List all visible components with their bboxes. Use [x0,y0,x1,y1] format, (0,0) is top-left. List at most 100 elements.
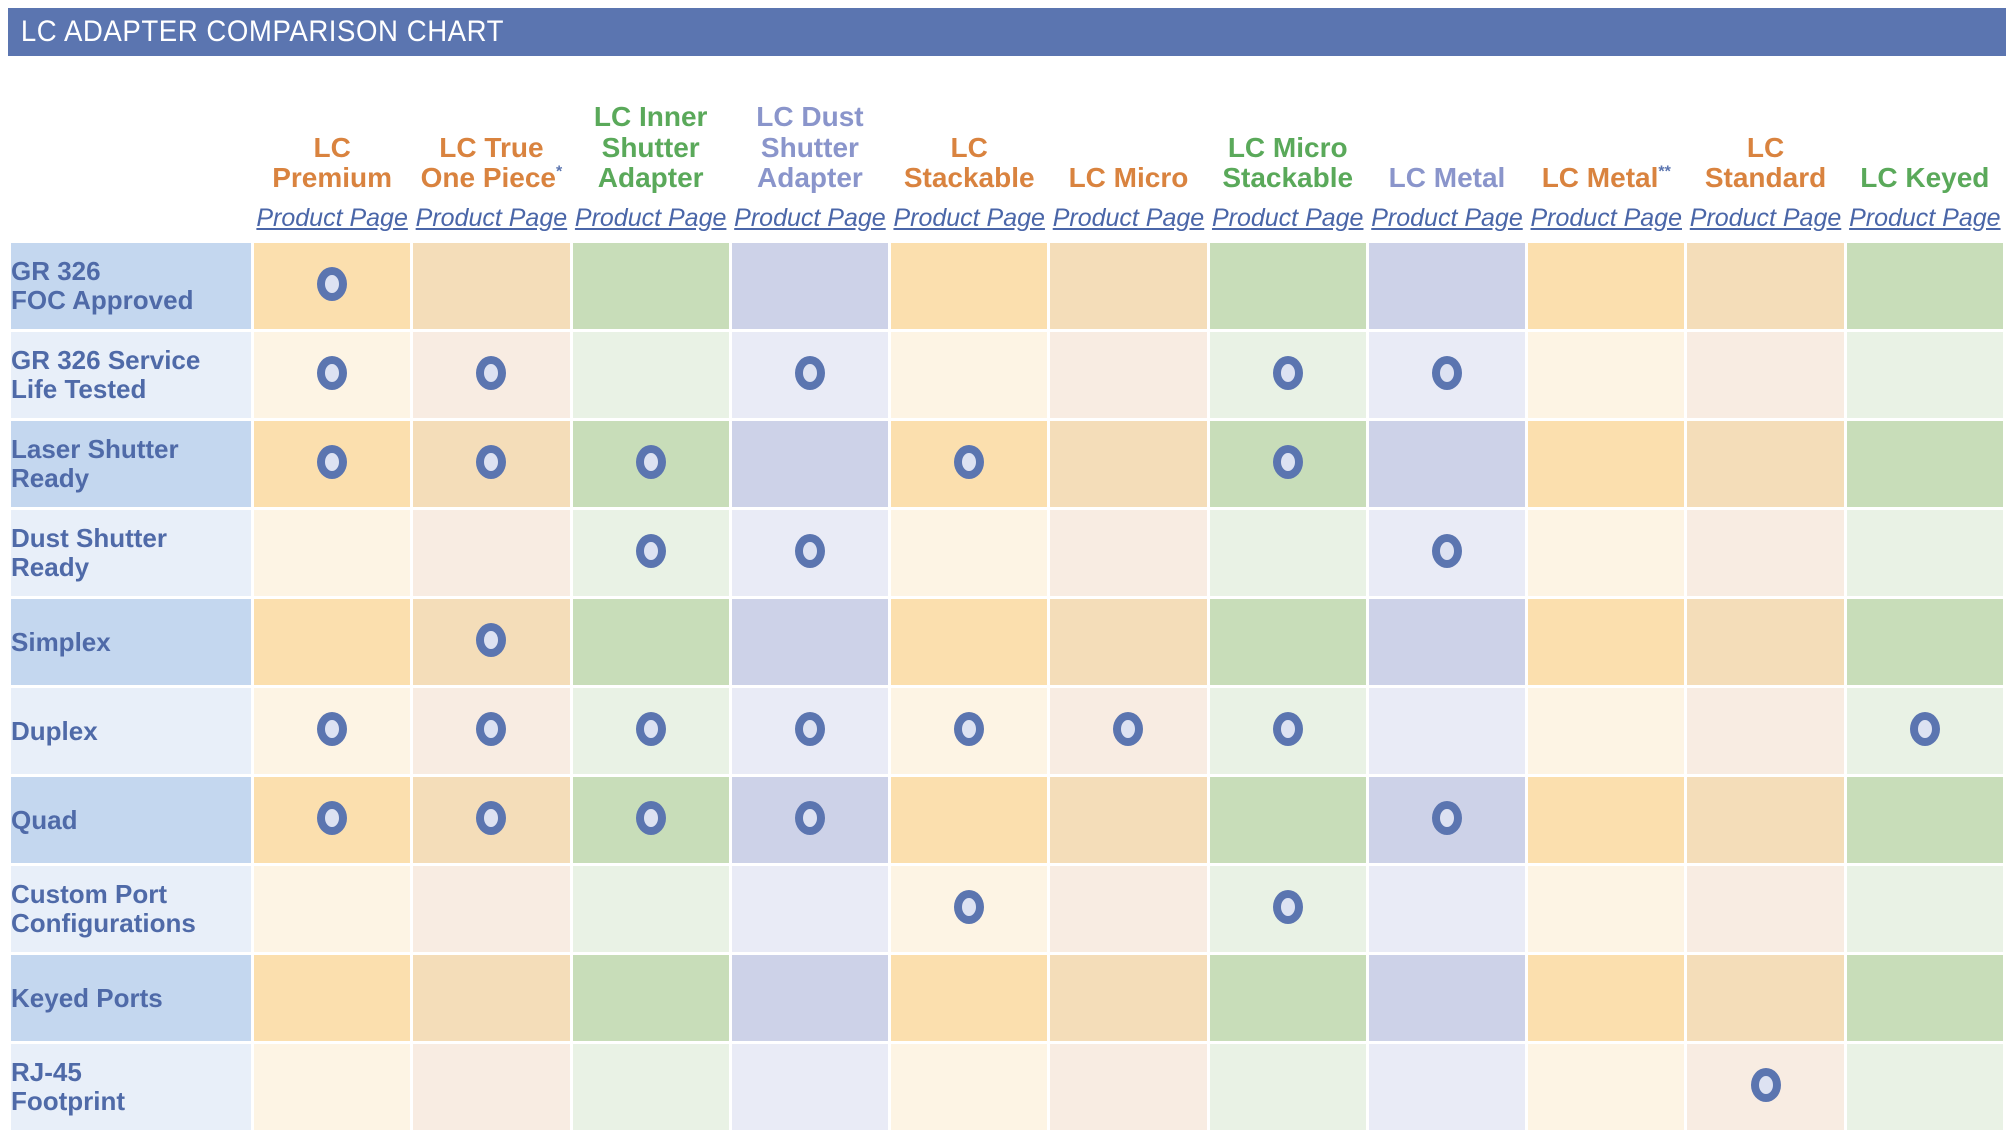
feature-cell [731,1044,889,1130]
product-page-link[interactable]: Product Page [1371,204,1523,232]
column-header-label: LC Premium [272,131,393,193]
page-title: LC ADAPTER COMPARISON CHART [20,15,505,48]
feature-cell [1368,1044,1526,1130]
feature-cell [1528,688,1685,774]
feature-label: Keyed Ports [11,955,251,1041]
feature-cell [572,243,729,329]
feature-cell [572,332,729,418]
product-page-link[interactable]: Product Page [1212,204,1364,232]
feature-cell [1528,243,1685,329]
feature-cell [254,955,411,1041]
feature-cell [1368,777,1526,863]
feature-label: RJ-45 Footprint [11,1044,251,1130]
table-row: Keyed Ports [11,955,2003,1041]
feature-cell [254,421,411,507]
filled-ring-icon [794,800,825,835]
feature-label: Simplex [11,599,251,685]
filled-ring-icon [317,800,348,835]
column-header-label: LC True One Piece* [420,131,563,193]
table-row: Simplex [11,599,2003,685]
feature-cell [731,777,889,863]
column-header-label: LC Standard [1704,131,1827,193]
feature-cell [1209,688,1366,774]
feature-cell [891,599,1048,685]
feature-cell [891,421,1048,507]
column-header-label: LC Micro [1068,161,1189,193]
feature-cell [1846,866,2003,952]
product-page-link-cell-10[interactable]: Product Page [1687,196,1844,240]
filled-ring-icon [1272,711,1303,746]
product-page-link-cell-4[interactable]: Product Page [731,196,889,240]
product-page-link[interactable]: Product Page [416,204,568,232]
feature-cell [254,1044,411,1130]
filled-ring-icon [1431,533,1462,568]
product-page-link-cell-9[interactable]: Product Page [1528,196,1685,240]
feature-cell [1687,510,1844,596]
product-page-link-cell-3[interactable]: Product Page [572,196,729,240]
product-page-link-cell-8[interactable]: Product Page [1368,196,1526,240]
feature-label: GR 326 Service Life Tested [11,332,251,418]
product-page-link-cell-11[interactable]: Product Page [1846,196,2003,240]
feature-cell [1687,332,1844,418]
feature-cell [731,866,889,952]
table-row: RJ-45 Footprint [11,1044,2003,1130]
product-page-link[interactable]: Product Page [1849,204,2001,232]
filled-ring-icon [635,533,666,568]
feature-cell [413,777,570,863]
feature-label: Duplex [11,688,251,774]
product-page-link[interactable]: Product Page [893,204,1045,232]
feature-cell [413,599,570,685]
feature-cell [1528,777,1685,863]
feature-cell [1368,421,1526,507]
feature-cell [1687,421,1844,507]
table-row: GR 326 Service Life Tested [11,332,2003,418]
filled-ring-icon [635,800,666,835]
product-page-link-cell-6[interactable]: Product Page [1050,196,1207,240]
filled-ring-icon [954,711,985,746]
feature-cell [1846,1044,2003,1130]
chart-title-bar: LC ADAPTER COMPARISON CHART [8,8,2006,56]
product-page-link[interactable]: Product Page [1053,204,1205,232]
feature-cell [254,332,411,418]
feature-cell [1209,510,1366,596]
product-page-link[interactable]: Product Page [575,204,727,232]
feature-cell [731,688,889,774]
feature-cell [1050,332,1207,418]
feature-cell [572,1044,729,1130]
feature-cell [572,866,729,952]
feature-cell [1209,777,1366,863]
filled-ring-icon [476,444,507,479]
feature-cell [1528,332,1685,418]
feature-cell [1209,866,1366,952]
feature-cell [413,1044,570,1130]
feature-cell [1050,866,1207,952]
product-page-link-cell-7[interactable]: Product Page [1209,196,1366,240]
column-header-8: LC Metal [1368,65,1526,193]
feature-cell [891,1044,1048,1130]
feature-cell [891,777,1048,863]
product-page-link[interactable]: Product Page [734,204,886,232]
feature-cell [1050,599,1207,685]
footnote-marker: ** [1658,163,1671,181]
product-page-link[interactable]: Product Page [1690,204,1842,232]
product-page-link-cell-5[interactable]: Product Page [891,196,1048,240]
column-header-row: LC Premium LC True One Piece* LC Inner Shu… [11,65,2003,193]
feature-cell [1687,688,1844,774]
feature-cell [731,421,889,507]
column-header-label: LC Inner Shutter Adapter [593,101,708,193]
feature-cell [1528,1044,1685,1130]
comparison-chart-root: LC ADAPTER COMPARISON CHART LC Premium LC… [0,0,2014,1136]
product-page-link-cell-2[interactable]: Product Page [413,196,570,240]
column-header-label: LC Keyed [1860,161,1990,193]
product-page-link-cell-1[interactable]: Product Page [254,196,411,240]
product-page-link[interactable]: Product Page [1531,204,1683,232]
column-header-label: LC Dust Shutter Adapter [756,101,864,193]
feature-cell [731,599,889,685]
table-row: Custom Port Configurations [11,866,2003,952]
product-page-link[interactable]: Product Page [256,204,408,232]
column-header-6: LC Micro [1050,65,1207,193]
feature-cell [1050,421,1207,507]
footnote-marker: * [555,163,563,181]
feature-cell [1050,243,1207,329]
feature-cell [1846,688,2003,774]
